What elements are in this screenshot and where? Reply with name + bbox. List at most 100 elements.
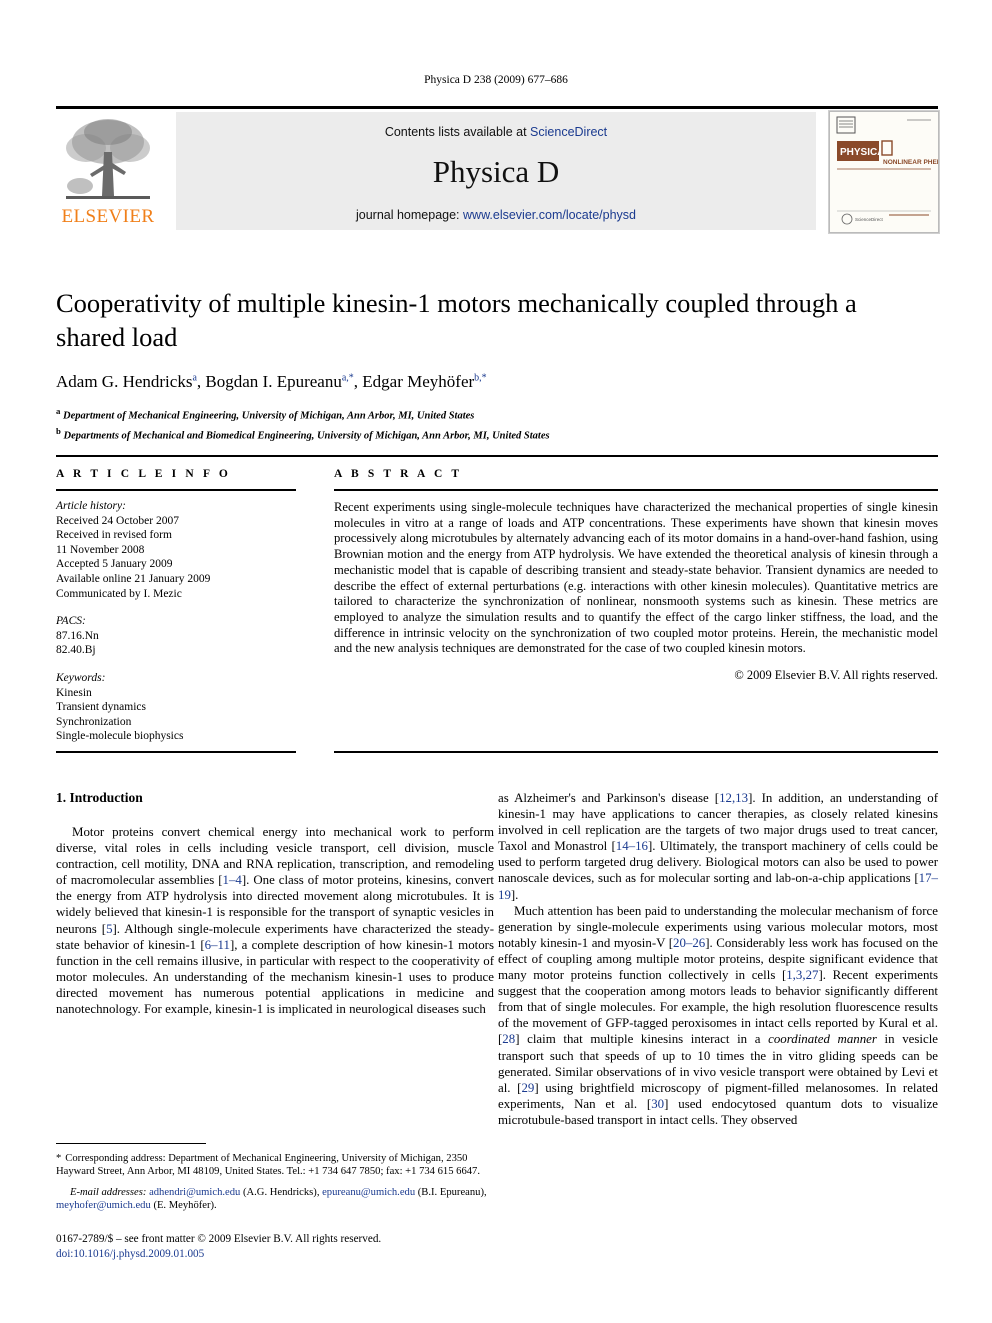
corresponding-address-note: * Corresponding address: Department of Me…: [56, 1152, 494, 1179]
history-item: Available online 21 January 2009: [56, 572, 211, 585]
author-affiliation-marker: a: [192, 372, 197, 384]
history-item: Communicated by I. Mezic: [56, 587, 182, 600]
svg-text:PHYSICA: PHYSICA: [840, 147, 884, 158]
pacs-block: PACS: 87.16.Nn 82.40.Bj: [56, 614, 296, 658]
citation-link[interactable]: 29: [521, 1081, 534, 1095]
issn-line: 0167-2789/$ – see front matter © 2009 El…: [56, 1233, 382, 1245]
sciencedirect-link[interactable]: ScienceDirect: [530, 125, 607, 139]
info-top-rule: [56, 455, 938, 457]
pacs-code: 87.16.Nn: [56, 629, 99, 642]
keyword-item: Transient dynamics: [56, 701, 146, 714]
author-affiliation-marker: b,*: [474, 372, 487, 384]
footnote-block: * Corresponding address: Department of Me…: [56, 1152, 494, 1213]
affiliation-item: b Departments of Mechanical and Biomedic…: [56, 424, 916, 444]
affiliation-item: a Department of Mechanical Engineering, …: [56, 404, 916, 424]
author-name: Edgar Meyhöfer: [362, 372, 475, 391]
affiliation-list: a Department of Mechanical Engineering, …: [56, 404, 916, 443]
doi-link[interactable]: doi:10.1016/j.physd.2009.01.005: [56, 1247, 526, 1262]
abstract-copyright: © 2009 Elsevier B.V. All rights reserved…: [734, 668, 938, 683]
body-column-right: as Alzheimer's and Parkinson's disease […: [498, 790, 938, 1128]
paragraph: Much attention has been paid to understa…: [498, 903, 938, 1128]
paragraph: as Alzheimer's and Parkinson's disease […: [498, 790, 938, 903]
cover-artwork-icon: PHYSICA NONLINEAR PHENOMENA ScienceDirec…: [829, 111, 939, 233]
article-info-column: A R T I C L E I N F O Article history: R…: [56, 468, 296, 744]
author-affiliation-marker: a,*: [341, 372, 354, 384]
elsevier-tree-icon: [66, 119, 150, 199]
history-label: Article history:: [56, 500, 126, 512]
author-name: Adam G. Hendricks: [56, 372, 193, 391]
journal-article-page: Physica D 238 (2009) 677–686 ELSEVIER Co…: [0, 0, 992, 1323]
running-head: Physica D 238 (2009) 677–686: [424, 74, 568, 86]
footnote-rule: [56, 1143, 206, 1144]
email-link[interactable]: epureanu@umich.edu: [322, 1187, 415, 1198]
journal-title: Physica D: [432, 154, 560, 189]
elsevier-wordmark: ELSEVIER: [61, 206, 155, 227]
keywords-block: Keywords: Kinesin Transient dynamics Syn…: [56, 671, 296, 744]
abstract-divider: [334, 489, 938, 491]
affiliation-marker: b: [56, 425, 61, 436]
citation-link[interactable]: 20–26: [673, 936, 705, 950]
history-item: 11 November 2008: [56, 543, 145, 556]
citation-link[interactable]: 30: [651, 1097, 664, 1111]
journal-masthead: ELSEVIER Contents lists available at Sci…: [56, 108, 940, 234]
email-owner: (B.I. Epureanu): [417, 1186, 484, 1198]
footer-imprint: 0167-2789/$ – see front matter © 2009 El…: [56, 1232, 526, 1262]
citation-link[interactable]: 6–11: [205, 938, 230, 952]
affiliation-text: Departments of Mechanical and Biomedical…: [63, 430, 550, 441]
email-label: E-mail addresses:: [70, 1186, 147, 1198]
affiliation-marker: a: [56, 406, 61, 416]
corresponding-text: Corresponding address: Department of Mec…: [56, 1153, 480, 1178]
journal-homepage-link[interactable]: www.elsevier.com/locate/physd: [463, 208, 636, 222]
history-item: Received in revised form: [56, 529, 172, 542]
citation-link[interactable]: 14–16: [616, 839, 648, 853]
citation-link[interactable]: 1–4: [223, 873, 242, 887]
paragraph: Motor proteins convert chemical energy i…: [56, 824, 494, 1017]
body-column-left: Motor proteins convert chemical energy i…: [56, 824, 494, 1017]
article-info-heading: A R T I C L E I N F O: [56, 468, 231, 480]
paragraph-text: ].: [510, 887, 519, 902]
info-bottom-rule: [56, 751, 296, 753]
pacs-code: 82.40.Bj: [56, 644, 96, 657]
abstract-text: Recent experiments using single-molecule…: [334, 500, 938, 656]
history-item: Received 24 October 2007: [56, 514, 179, 527]
keywords-label: Keywords:: [56, 671, 106, 684]
contents-prefix: Contents lists available at: [384, 125, 531, 139]
abstract-bottom-rule: [334, 751, 938, 753]
page-title: Cooperativity of multiple kinesin-1 moto…: [56, 288, 857, 352]
svg-text:NONLINEAR PHENOMENA: NONLINEAR PHENOMENA: [883, 159, 939, 166]
emphasized-phrase: coordinated manner: [768, 1032, 877, 1047]
masthead-panel: Contents lists available at ScienceDirec…: [176, 112, 816, 230]
abstract-column: A B S T R A C T Recent experiments using…: [334, 468, 938, 683]
homepage-prefix: journal homepage:: [355, 208, 464, 222]
section-heading-introduction: 1. Introduction: [56, 790, 143, 805]
citation-link[interactable]: 12,13: [719, 791, 748, 805]
abstract-heading: A B S T R A C T: [334, 468, 463, 480]
info-divider: [56, 489, 296, 491]
citation-link[interactable]: 1,3,27: [786, 968, 818, 982]
article-history: Article history: Received 24 October 200…: [56, 499, 296, 601]
history-item: Accepted 5 January 2009: [56, 558, 173, 571]
paragraph-text: as Alzheimer's and Parkinson's disease [: [498, 791, 720, 805]
email-link[interactable]: meyhofer@umich.edu: [56, 1200, 151, 1211]
pacs-label: PACS:: [56, 615, 86, 628]
email-link[interactable]: adhendri@umich.edu: [149, 1187, 240, 1198]
email-owner: (A.G. Hendricks): [242, 1186, 317, 1198]
svg-text:ScienceDirect: ScienceDirect: [855, 217, 884, 222]
keyword-item: Single-molecule biophysics: [56, 730, 184, 743]
email-note: E-mail addresses: adhendri@umich.edu (A.…: [56, 1186, 487, 1212]
paragraph-text: ] claim that multiple kinesins interact …: [515, 1032, 769, 1047]
journal-cover-thumbnail[interactable]: PHYSICA NONLINEAR PHENOMENA ScienceDirec…: [828, 110, 940, 234]
citation-link[interactable]: 28: [502, 1032, 515, 1046]
corresponding-marker: *: [56, 1153, 62, 1164]
keyword-item: Synchronization: [56, 715, 132, 728]
elsevier-logo: ELSEVIER: [56, 112, 160, 230]
author-name: Bogdan I. Epureanu: [205, 372, 342, 391]
email-owner: (E. Meyhöfer): [153, 1200, 215, 1212]
journal-homepage-line: journal homepage: www.elsevier.com/locat…: [176, 208, 816, 222]
author-list: Adam G. Hendricksa, Bogdan I. Epureanua,…: [56, 372, 487, 391]
contents-available-line: Contents lists available at ScienceDirec…: [176, 125, 816, 139]
keyword-item: Kinesin: [56, 686, 92, 699]
affiliation-text: Department of Mechanical Engineering, Un…: [63, 410, 475, 422]
